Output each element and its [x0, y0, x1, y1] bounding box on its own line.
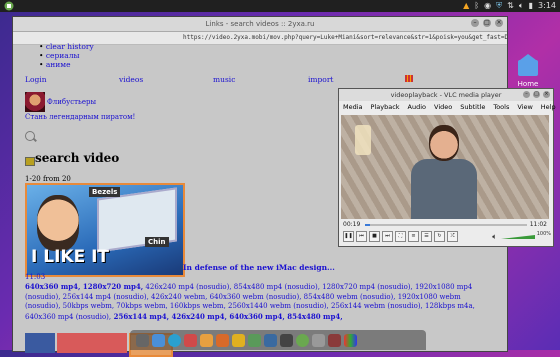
anime-link[interactable]: аниме [46, 60, 71, 69]
menu-list: clear history сериалы аниме [39, 42, 94, 69]
import-link[interactable]: import [308, 75, 333, 84]
video-area[interactable] [341, 115, 549, 219]
avatar[interactable] [25, 92, 45, 112]
media-icon[interactable] [184, 333, 197, 347]
vlc-maximize-button[interactable]: □ [533, 91, 540, 98]
thumbnail-face [37, 195, 79, 251]
menu-video[interactable]: Video [434, 101, 452, 113]
seek-bar[interactable]: 00:19 11:02 [341, 221, 549, 229]
user-slogan-link[interactable]: Стань легендарным пиратом! [25, 113, 135, 121]
thumbnail-caption: I LIKE IT [31, 247, 110, 267]
fullscreen-button[interactable]: ⛶ [395, 231, 406, 242]
playback-controls: ❚❚ ⏮ ■ ⏭ ⛶ ≡ ☰ ↻ ⤮ [343, 231, 458, 242]
mute-icon[interactable]: 🔈︎ [492, 232, 497, 242]
apps-grid-icon[interactable] [405, 75, 413, 82]
video-lamp [355, 125, 371, 155]
format-links[interactable]: 640x360 mp4, 1280x720 mp4, 426x240 mp4 (… [25, 282, 495, 322]
menu-playback[interactable]: Playback [371, 101, 400, 113]
next-thumb-2[interactable] [57, 333, 127, 353]
close-button[interactable]: × [495, 19, 503, 27]
loop-button[interactable]: ↻ [434, 231, 445, 242]
volume-icon[interactable]: 🔈︎ [519, 1, 524, 11]
stop-button[interactable]: ■ [369, 231, 380, 242]
battery-icon[interactable]: ▮ [529, 1, 533, 11]
update-shield-icon[interactable]: ⛨ [496, 1, 502, 11]
trash-icon[interactable] [312, 333, 325, 347]
result-count: 1-20 from 20 [25, 175, 71, 183]
window-switcher-icon[interactable] [136, 333, 149, 347]
next-button[interactable]: ⏭ [382, 231, 393, 242]
next-thumb-1[interactable] [25, 333, 55, 353]
login-link[interactable]: Login [25, 75, 47, 84]
video-folder-icon [25, 157, 35, 166]
seek-track[interactable] [365, 224, 527, 226]
menu-audio[interactable]: Audio [408, 101, 426, 113]
previous-button[interactable]: ⏮ [356, 231, 367, 242]
extended-settings-button[interactable]: ≡ [408, 231, 419, 242]
pause-button[interactable]: ❚❚ [343, 231, 354, 242]
vlc-close-button[interactable]: × [543, 91, 550, 98]
clear-history-link[interactable]: clear history [46, 42, 94, 51]
system-tray: ▲ ᛒ ◉ ⛨ ⇅ 🔈︎ ▮ 3:14 [463, 1, 556, 11]
menu-media[interactable]: Media [343, 101, 363, 113]
format-links-primary[interactable]: 640x360 mp4, 1280x720 mp4, [25, 282, 143, 291]
app-icon[interactable] [328, 333, 341, 347]
total-time: 11:02 [529, 221, 547, 228]
series-link[interactable]: сериалы [46, 51, 80, 60]
notes-icon[interactable] [232, 333, 245, 347]
update-manager-icon[interactable] [296, 333, 309, 347]
vlc-dock-icon[interactable] [216, 333, 229, 347]
volume-level: 100% [536, 231, 551, 237]
network-icon[interactable]: ⇅ [507, 1, 514, 11]
video-thumbnail[interactable]: Bezels Chin I LIKE IT [25, 183, 185, 277]
bluetooth-icon[interactable]: ᛒ [474, 1, 479, 11]
page-title: search video [35, 151, 120, 165]
system-monitor-icon[interactable] [264, 333, 277, 347]
playlist-button[interactable]: ☰ [421, 231, 432, 242]
video-presenter [411, 125, 477, 219]
menu-tools[interactable]: Tools [493, 101, 509, 113]
vlc-title: videoplayback - VLC media player [390, 91, 502, 99]
volume-slider[interactable] [501, 235, 535, 239]
maximize-button[interactable]: □ [483, 19, 491, 27]
search-icon[interactable] [25, 131, 35, 141]
taskbar-dock [130, 330, 426, 350]
shuffle-button[interactable]: ⤮ [447, 231, 458, 242]
vlc-window: videoplayback - VLC media player – □ × M… [338, 88, 556, 247]
video-title-link[interactable]: In defense of the new iMac design... [183, 263, 335, 272]
clock[interactable]: 3:14 [538, 1, 556, 11]
color-app-icon[interactable] [344, 333, 357, 347]
vlc-tray-icon[interactable]: ▲ [463, 1, 469, 11]
mint-menu-icon[interactable] [4, 1, 14, 11]
image-viewer-icon[interactable] [248, 333, 261, 347]
vlc-menubar: Media Playback Audio Video Subtitle Tool… [339, 101, 556, 113]
top-panel: ▲ ᛒ ◉ ⛨ ⇅ 🔈︎ ▮ 3:14 [0, 0, 560, 12]
vlc-titlebar[interactable]: videoplayback - VLC media player – □ × [339, 89, 553, 101]
seek-progress [365, 224, 370, 226]
format-links-tertiary[interactable]: 256x144 mp4, 426x240 mp4, 640x360 mp4, 8… [111, 312, 343, 321]
music-link[interactable]: music [213, 75, 235, 84]
chat-icon[interactable]: ◉ [484, 1, 491, 11]
browser-titlebar[interactable]: Links - search videos :: 2yxa.ru – □ × [13, 17, 507, 32]
home-label[interactable]: Home [514, 80, 542, 88]
file-manager-icon[interactable] [152, 333, 165, 347]
thumbnail-bezels-label: Bezels [89, 187, 121, 197]
window-title: Links - search videos :: 2yxa.ru [205, 20, 315, 28]
username-link[interactable]: Флибустьеры [47, 98, 96, 106]
vlc-minimize-button[interactable]: – [523, 91, 530, 98]
home-folder-icon[interactable] [518, 54, 538, 76]
menu-view[interactable]: View [517, 101, 532, 113]
thumbnail-chin-label: Chin [145, 237, 169, 247]
videos-link[interactable]: videos [119, 75, 143, 84]
video-duration: 11:03 [25, 273, 46, 281]
text-editor-icon[interactable] [200, 333, 213, 347]
browser-icon[interactable] [168, 333, 181, 347]
minimize-button[interactable]: – [471, 19, 479, 27]
terminal-icon[interactable] [280, 333, 293, 347]
elapsed-time: 00:19 [343, 221, 361, 228]
menu-subtitle[interactable]: Subtitle [460, 101, 485, 113]
menu-help[interactable]: Help [541, 101, 556, 113]
